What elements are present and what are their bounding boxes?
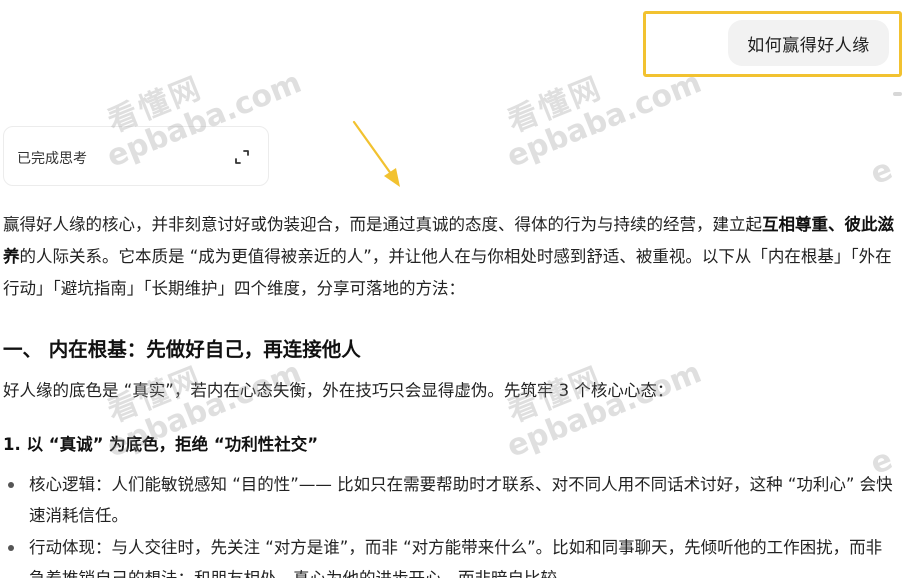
user-question-text: 如何赢得好人缘 [747,35,870,56]
watermark-en-partial: e [865,151,898,192]
watermark-en: epbaba.com [502,355,707,465]
arrow-annotation-icon [352,120,400,187]
expand-icon[interactable] [232,147,252,167]
watermark-cn: 看懂网 [102,70,208,140]
list-item-text: 核心逻辑：人们能敏锐感知 “目的性”—— 比如只在需要帮助时才联系、对不同人用不… [29,475,893,525]
section-heading: 一、 内在根基：先做好自己，再连接他人 [3,338,361,361]
scroll-edge-mark [893,92,902,96]
list-item: 行动体现：与人交往时，先关注 “对方是谁”，而非 “对方能带来什么”。比如和同事… [8,532,898,578]
intro-text-1: 赢得好人缘的核心，并非刻意讨好或伪装迎合，而是通过真诚的态度、得体的行为与持续的… [3,215,762,234]
bullet-dot-icon [8,545,14,551]
list-item-text: 行动体现：与人交往时，先关注 “对方是谁”，而非 “对方能带来什么”。比如和同事… [29,538,883,578]
watermark-cn: 看懂网 [502,360,608,430]
thinking-card[interactable]: 已完成思考 [3,126,269,186]
watermark-partial: e [866,152,898,192]
thinking-label: 已完成思考 [17,151,87,167]
list-item: 核心逻辑：人们能敏锐感知 “目的性”—— 比如只在需要帮助时才联系、对不同人用不… [8,469,898,531]
bullet-dot-icon [8,482,14,488]
section-paragraph: 好人缘的底色是 “真实”，若内在心态失衡，外在技巧只会显得虚伪。先筑牢 3 个核… [3,381,674,400]
subsection-heading: 1. 以 “真诚” 为底色，拒绝 “功利性社交” [3,435,319,454]
intro-paragraph: 赢得好人缘的核心，并非刻意讨好或伪装迎合，而是通过真诚的态度、得体的行为与持续的… [3,209,895,305]
watermark-en: epbaba.com [502,65,707,175]
intro-text-2: 的人际关系。它本质是 “成为更值得被亲近的人”，并让他人在与你相处时感到舒适、被… [3,247,892,298]
user-question-bubble[interactable]: 如何赢得好人缘 [728,20,889,66]
chat-page: 如何赢得好人缘 已完成思考 赢得好人缘的核心，并非刻意讨好或伪装迎合，而是通过真… [0,0,902,578]
